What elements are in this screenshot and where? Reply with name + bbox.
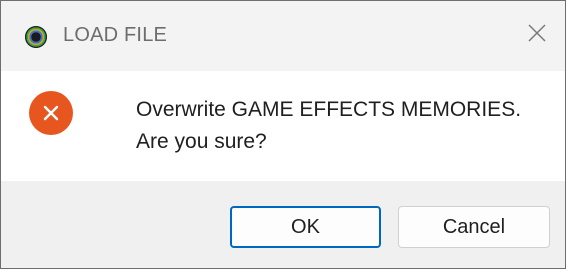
title-bar[interactable]: LOAD FILE [1,1,565,71]
window-title: LOAD FILE [63,24,168,46]
dialog-message: Overwrite GAME EFFECTS MEMORIES. Are you… [136,94,521,158]
button-bar: OK Cancel [1,181,565,268]
dialog-window: LOAD FILE Overwrite GAME EFFECTS MEMORIE… [0,0,566,269]
error-icon [29,91,73,135]
close-button[interactable] [515,11,559,55]
close-icon [528,24,546,42]
ok-button[interactable]: OK [230,206,381,248]
message-line-2: Are you sure? [136,130,267,153]
app-logo-icon [25,26,47,48]
cancel-button[interactable]: Cancel [398,206,550,248]
message-line-1: Overwrite GAME EFFECTS MEMORIES. [136,98,522,121]
dialog-content: Overwrite GAME EFFECTS MEMORIES. Are you… [1,71,565,181]
